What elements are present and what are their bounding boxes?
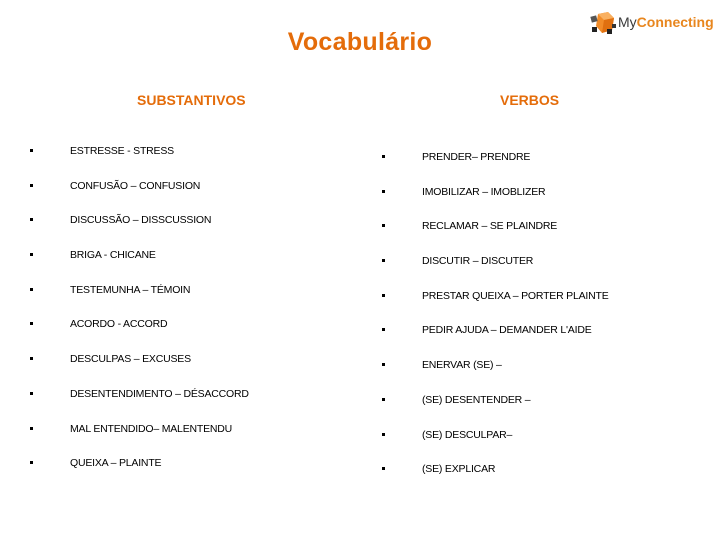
bullet-icon	[30, 184, 33, 187]
list-item-text: QUEIXA – PLAINTE	[70, 457, 162, 469]
verbos-heading: VERBOS	[500, 92, 560, 108]
list-item-text: ACORDO - ACCORD	[70, 318, 168, 330]
substantivos-list: ESTRESSE - STRESS CONFUSÃO – CONFUSION D…	[30, 144, 330, 484]
bullet-icon	[30, 218, 33, 221]
bullet-icon	[30, 392, 33, 395]
list-item-text: MAL ENTENDIDO– MALENTENDU	[70, 423, 233, 435]
list-item-text: DESENTENDIMENTO – DÉSACCORD	[70, 388, 249, 400]
verbos-list: PRENDER– PRENDRE IMOBILIZAR – IMOBLIZER …	[382, 150, 702, 490]
list-item-text: ENERVAR (SE) –	[422, 359, 502, 371]
bullet-icon	[382, 328, 385, 331]
list-item-text: DESCULPAS – EXCUSES	[70, 353, 191, 365]
bullet-icon	[382, 190, 385, 193]
list-item-text: PRENDER– PRENDRE	[422, 151, 531, 163]
bullet-icon	[382, 224, 385, 227]
list-item-text: (SE) EXPLICAR	[422, 463, 496, 475]
page-title: Vocabulário	[287, 28, 433, 56]
bullet-icon	[382, 155, 385, 158]
bullet-icon	[382, 467, 385, 470]
bullet-icon	[30, 427, 33, 430]
list-item-text: (SE) DESCULPAR–	[422, 429, 513, 441]
bullet-icon	[382, 259, 385, 262]
bullet-icon	[30, 288, 33, 291]
bullet-icon	[382, 433, 385, 436]
bullet-icon	[382, 294, 385, 297]
list-item-text: PRESTAR QUEIXA – PORTER PLAINTE	[422, 290, 609, 302]
bullet-icon	[382, 398, 385, 401]
bullet-icon	[382, 363, 385, 366]
list-item-text: DISCUSSÃO – DISSCUSSION	[70, 214, 212, 226]
bullet-icon	[30, 322, 33, 325]
bullet-icon	[30, 253, 33, 256]
list-item-text: (SE) DESENTENDER –	[422, 394, 531, 406]
list-item-text: PEDIR AJUDA – DEMANDER L'AIDE	[422, 324, 592, 336]
bullet-icon	[30, 357, 33, 360]
list-item-text: DISCUTIR – DISCUTER	[422, 255, 534, 267]
list-item-text: RECLAMAR – SE PLAINDRE	[422, 220, 558, 232]
list-item-text: ESTRESSE - STRESS	[70, 145, 174, 157]
substantivos-heading: SUBSTANTIVOS	[137, 92, 246, 108]
bullet-icon	[30, 461, 33, 464]
list-item-text: BRIGA - CHICANE	[70, 249, 156, 261]
list-item-text: IMOBILIZAR – IMOBLIZER	[422, 186, 546, 198]
list-item-text: TESTEMUNHA – TÉMOIN	[70, 284, 191, 296]
bullet-icon	[30, 149, 33, 152]
list-item-text: CONFUSÃO – CONFUSION	[70, 180, 201, 192]
